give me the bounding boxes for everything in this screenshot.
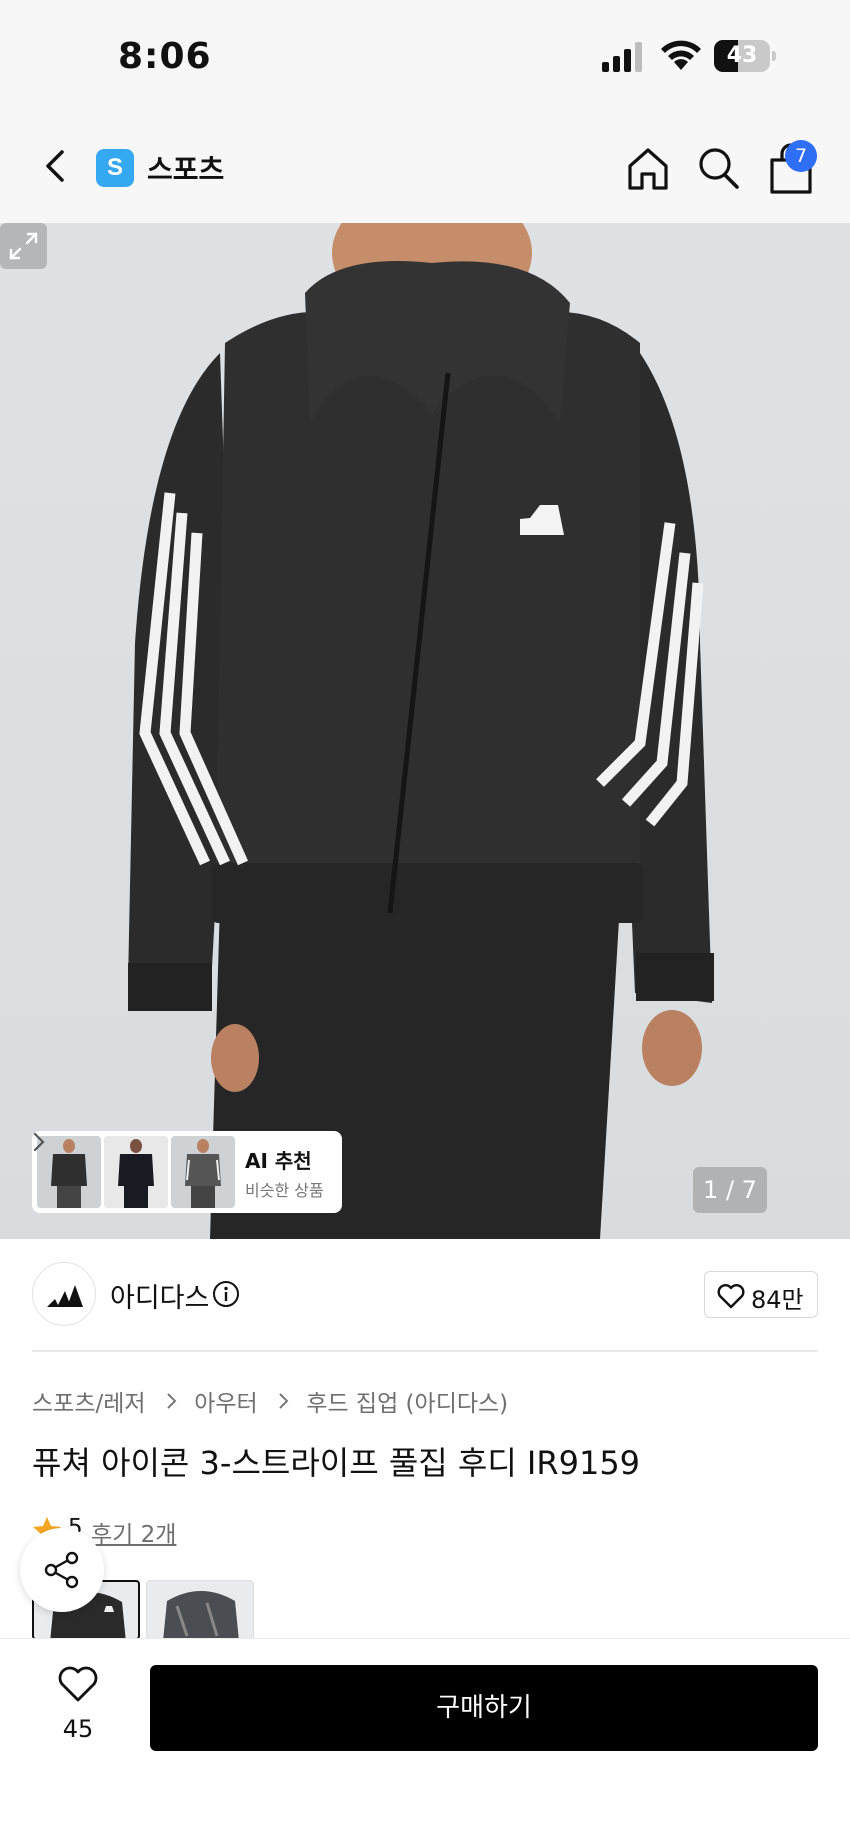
color-option[interactable] [146,1580,254,1640]
status-time: 8:06 [118,36,212,77]
breadcrumb-item-category[interactable]: 스포츠/레저 [32,1384,146,1418]
product-image[interactable]: AI 추천 비슷한 상품 1 / 7 [0,223,850,1239]
thumbnail[interactable] [104,1136,168,1208]
battery-icon: 43 [714,40,776,72]
brand-logo[interactable] [32,1262,96,1326]
brand-name[interactable]: 아디다스 [110,1276,209,1315]
share-icon [44,1551,79,1589]
brand-like-button[interactable]: 84만 [704,1271,818,1318]
adidas-logo-icon [47,1285,83,1307]
ai-recommend-title[interactable]: AI 추천 [245,1145,312,1174]
top-nav-bar: S 스포츠 7 [0,110,850,223]
wifi-icon [661,40,701,70]
store-logo[interactable]: S [96,149,134,187]
wishlist-heart-icon[interactable] [58,1665,98,1703]
search-icon[interactable] [696,144,742,192]
share-button[interactable] [20,1528,104,1612]
expand-icon[interactable] [0,223,47,269]
image-page-counter: 1 / 7 [693,1167,767,1213]
bottom-action-bar: 45 구매하기 [0,1638,850,1842]
thumbnail-strip: AI 추천 비슷한 상품 [32,1131,342,1213]
breadcrumb: 스포츠/레저 아우터 후드 집업 (아디다스) [32,1384,508,1418]
brand-like-count: 84만 [751,1286,804,1314]
ai-recommend-subtitle: 비슷한 상품 [245,1181,324,1200]
back-icon[interactable] [36,144,76,188]
breadcrumb-item-type[interactable]: 후드 집업 (아디다스) [306,1384,508,1418]
divider [32,1350,818,1352]
thumbnail[interactable] [37,1136,101,1208]
wishlist-count: 45 [62,1715,94,1743]
chevron-right-icon [277,1390,291,1412]
product-title: 퓨쳐 아이콘 3-스트라이프 풀집 후디 IR9159 [32,1444,641,1482]
hoodie-model-photo [128,223,714,1239]
cart-count-badge: 7 [785,140,817,172]
chevron-right-icon [33,1132,45,1152]
signal-icon [602,42,642,72]
battery-level: 43 [726,43,758,68]
chevron-right-icon [165,1390,179,1412]
heart-icon [717,1284,745,1309]
breadcrumb-item-subcategory[interactable]: 아우터 [194,1384,257,1418]
buy-button[interactable]: 구매하기 [150,1665,818,1751]
info-icon[interactable] [212,1280,240,1308]
status-bar: 8:06 43 [0,0,850,110]
home-icon[interactable] [624,144,672,192]
store-name[interactable]: 스포츠 [147,148,224,188]
thumbnail[interactable] [171,1136,235,1208]
